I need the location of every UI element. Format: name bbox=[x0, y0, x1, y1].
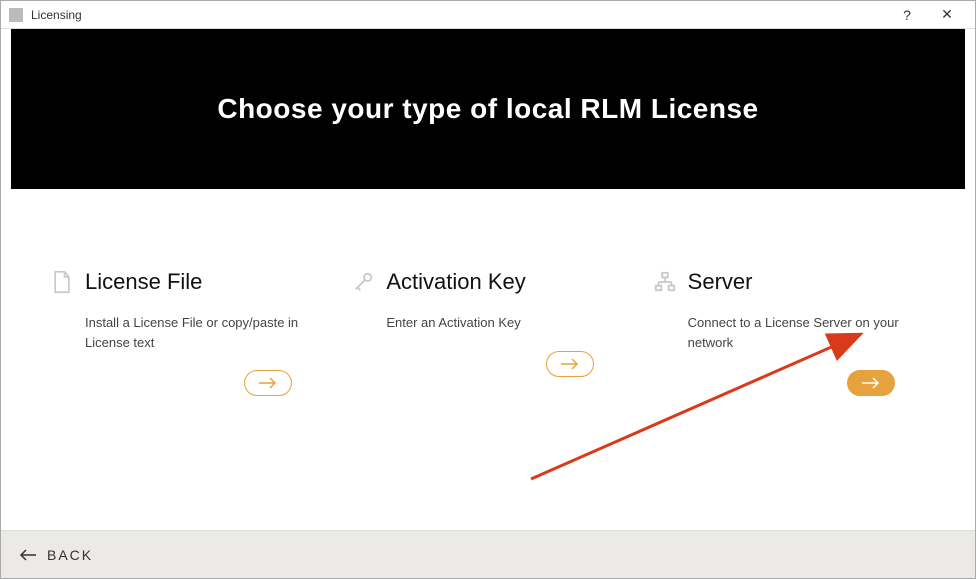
header-heading: Choose your type of local RLM License bbox=[217, 93, 758, 125]
titlebar: Licensing ? ✕ bbox=[1, 1, 975, 29]
app-icon bbox=[9, 8, 23, 22]
option-title: License File bbox=[85, 269, 202, 295]
option-activation-key[interactable]: Activation Key Enter an Activation Key bbox=[352, 269, 623, 490]
options-area: License File Install a License File or c… bbox=[1, 189, 975, 530]
option-head: Activation Key bbox=[352, 269, 623, 295]
option-server[interactable]: Server Connect to a License Server on yo… bbox=[654, 269, 925, 490]
key-icon bbox=[352, 270, 374, 294]
option-server-arrow[interactable] bbox=[847, 370, 895, 396]
arrow-left-icon bbox=[19, 549, 37, 561]
option-description: Connect to a License Server on your netw… bbox=[688, 313, 925, 352]
dialog-header: Choose your type of local RLM License bbox=[11, 29, 965, 189]
option-license-file-arrow[interactable] bbox=[244, 370, 292, 396]
dialog-footer: BACK bbox=[1, 530, 975, 578]
option-title: Server bbox=[688, 269, 753, 295]
option-head: Server bbox=[654, 269, 925, 295]
option-description: Install a License File or copy/paste in … bbox=[85, 313, 322, 352]
option-license-file[interactable]: License File Install a License File or c… bbox=[51, 269, 322, 490]
option-description: Enter an Activation Key bbox=[386, 313, 623, 333]
file-icon bbox=[51, 270, 73, 294]
option-activation-key-arrow[interactable] bbox=[546, 351, 594, 377]
network-icon bbox=[654, 270, 676, 294]
licensing-dialog: Licensing ? ✕ Choose your type of local … bbox=[0, 0, 976, 579]
help-button[interactable]: ? bbox=[887, 7, 927, 23]
back-button[interactable]: BACK bbox=[19, 547, 93, 563]
window-title: Licensing bbox=[31, 8, 887, 22]
close-button[interactable]: ✕ bbox=[927, 6, 967, 23]
back-label: BACK bbox=[47, 547, 93, 563]
option-title: Activation Key bbox=[386, 269, 525, 295]
option-head: License File bbox=[51, 269, 322, 295]
